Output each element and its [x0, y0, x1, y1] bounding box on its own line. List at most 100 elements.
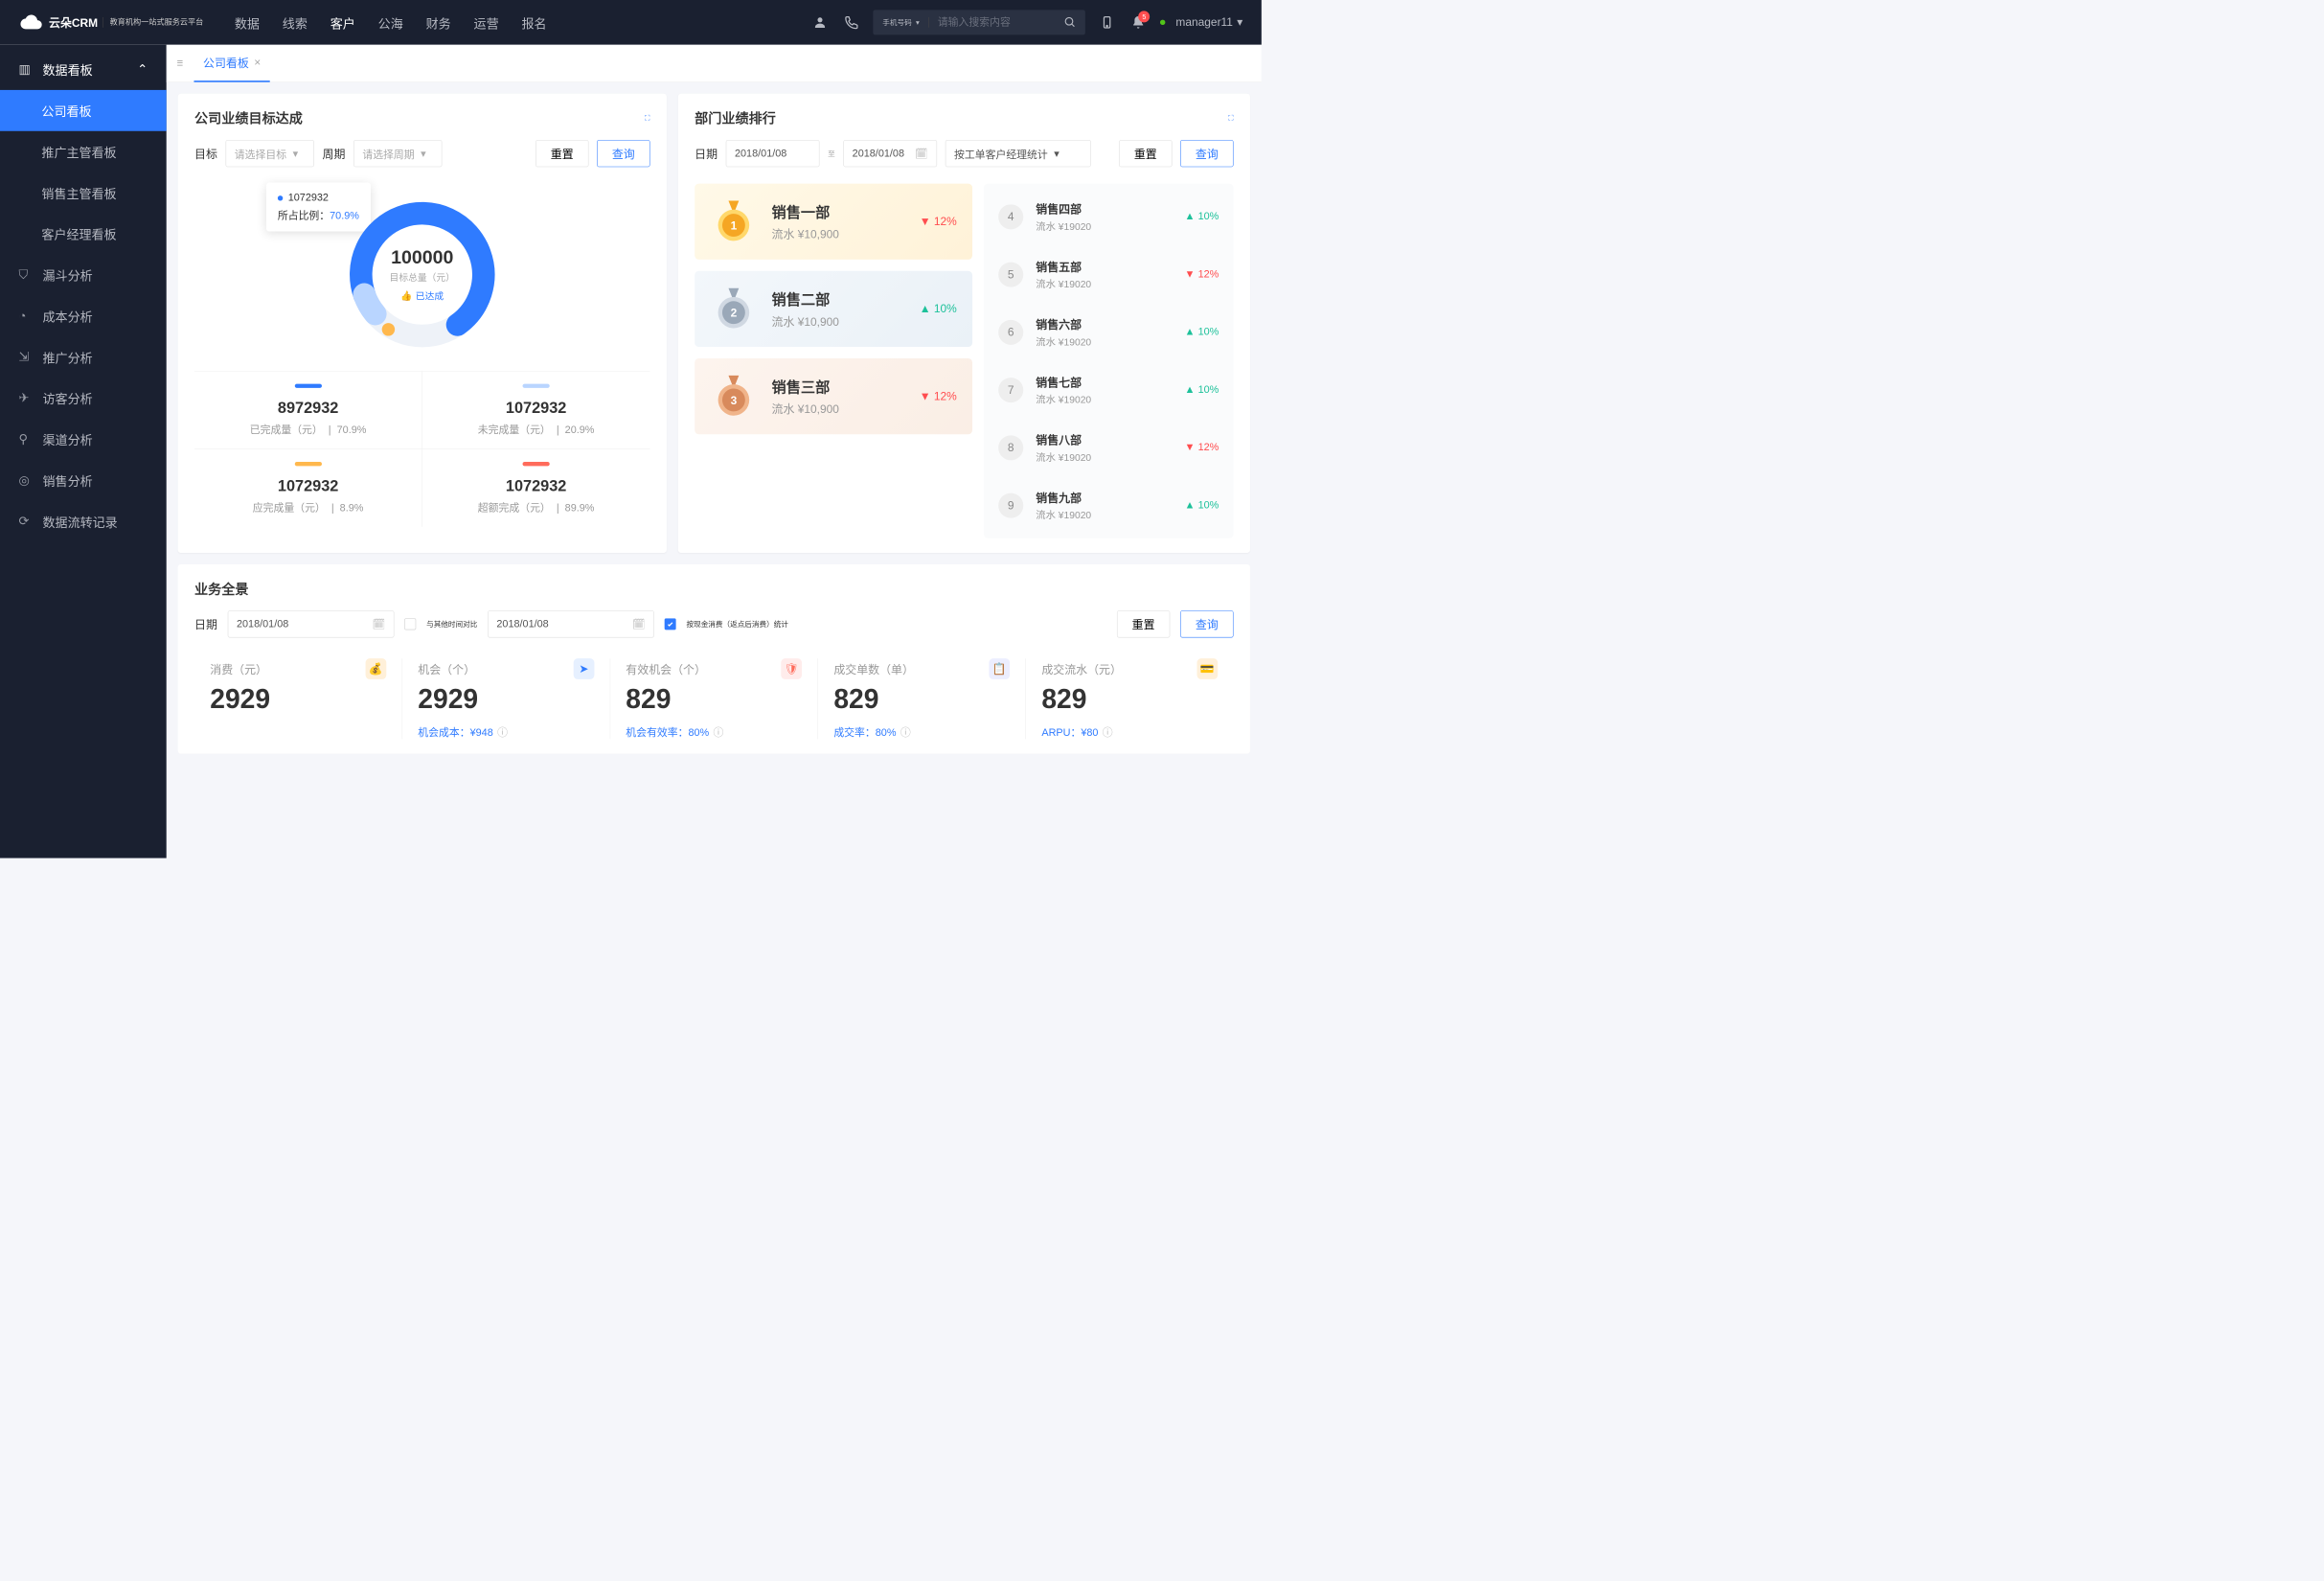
calendar-icon: 🗓 [372, 618, 385, 631]
nav-线索[interactable]: 线索 [283, 13, 308, 32]
svg-text:2: 2 [731, 307, 738, 320]
sidebar-item[interactable]: 销售主管看板 [0, 172, 167, 214]
arrow-icon: ▼ [1185, 268, 1196, 280]
menu-icon: ◎ [19, 472, 34, 488]
target-select[interactable]: 请选择目标▾ [226, 140, 314, 167]
expand-icon[interactable]: ⛶ [1228, 113, 1233, 122]
nav-数据[interactable]: 数据 [235, 13, 260, 32]
sidebar-group-dashboard[interactable]: ▥ 数据看板 ⌃ [0, 49, 167, 90]
chevron-down-icon: ▾ [1237, 15, 1242, 29]
kpi-card: 消费（元）💰2929 [194, 658, 402, 739]
sidebar: ▥ 数据看板 ⌃ 公司看板推广主管看板销售主管看板客户经理看板 ⛉漏斗分析◔成本… [0, 45, 167, 859]
calendar-icon: 🗓 [915, 147, 928, 160]
tab-company-board[interactable]: 公司看板 × [194, 45, 270, 82]
compare-checkbox[interactable] [404, 618, 416, 630]
kpi-card: 成交流水（元）💳829ARPU：¥80 ⓘ [1026, 658, 1233, 739]
sidebar-item[interactable]: ⇲推广分析 [0, 336, 167, 378]
date-label: 日期 [695, 145, 718, 161]
expand-icon[interactable]: ⛶ [645, 113, 649, 122]
sidebar-item[interactable]: ◎销售分析 [0, 460, 167, 501]
thumb-icon: 👍 [400, 290, 412, 301]
overview-panel: 业务全景 日期 2018/01/08🗓 与其他时间对比 2018/01/08🗓 … [178, 564, 1250, 754]
content: ☰ 公司看板 × 公司业绩目标达成 ⛶ 目标 请选择目标▾ 周期 [167, 45, 1262, 859]
help-icon: ⓘ [714, 724, 724, 740]
arrow-icon: ▲ [1185, 499, 1196, 511]
kpi-icon: 🛡 [781, 658, 802, 679]
date-input-1[interactable]: 2018/01/08🗓 [228, 610, 395, 637]
nav-报名[interactable]: 报名 [521, 13, 546, 32]
stat-item: 1072932未完成量（元） | 20.9% [422, 371, 650, 448]
kpi-card: 成交单数（单）📋829成交率：80% ⓘ [818, 658, 1026, 739]
donut-sub: 目标总量（元） [390, 270, 455, 284]
nav-财务[interactable]: 财务 [426, 13, 451, 32]
reset-button[interactable]: 重置 [1117, 610, 1170, 637]
dashboard-icon: ▥ [19, 62, 34, 78]
date-input-2[interactable]: 2018/01/08🗓 [488, 610, 654, 637]
search-type-select[interactable]: 手机号码▾ [873, 17, 929, 28]
arrow-icon: ▲ [920, 302, 931, 315]
brand-sub: 教育机构一站式服务云平台 [103, 17, 204, 28]
sidebar-item[interactable]: 推广主管看板 [0, 131, 167, 172]
reset-button[interactable]: 重置 [535, 140, 588, 167]
reset-button[interactable]: 重置 [1119, 140, 1172, 167]
tabs-bar: ☰ 公司看板 × [167, 45, 1262, 82]
menu-icon: ⇲ [19, 350, 34, 365]
nav-运营[interactable]: 运营 [474, 13, 499, 32]
arrow-icon: ▼ [920, 215, 931, 228]
rank-row: 8销售八部流水 ¥19020▼12% [984, 419, 1234, 476]
notification-icon[interactable]: 5 [1129, 13, 1149, 33]
medal-icon: 3 [710, 373, 757, 420]
help-icon: ⓘ [497, 724, 508, 740]
target-label: 目标 [194, 145, 217, 161]
svg-text:1: 1 [731, 218, 738, 232]
rank-card: 3销售三部流水 ¥10,900▼12% [695, 358, 972, 434]
sidebar-item[interactable]: ⚲渠道分析 [0, 419, 167, 460]
nav-客户[interactable]: 客户 [330, 13, 355, 32]
query-button[interactable]: 查询 [597, 140, 649, 167]
query-button[interactable]: 查询 [1180, 610, 1233, 637]
search-input[interactable] [929, 16, 1054, 28]
chevron-down-icon: ▾ [916, 18, 920, 27]
search-button[interactable] [1054, 15, 1085, 30]
user-icon[interactable] [810, 13, 830, 33]
rank-card: 2销售二部流水 ¥10,900▲10% [695, 271, 972, 347]
panel-title: 公司业绩目标达成 [194, 108, 303, 127]
logo: 云朵CRM 教育机构一站式服务云平台 [19, 10, 204, 34]
brand-main: 云朵CRM [49, 14, 98, 31]
date-to-input[interactable]: 2018/01/08🗓 [843, 140, 937, 167]
rank-row: 5销售五部流水 ¥19020▼12% [984, 245, 1234, 303]
ranking-panel: 部门业绩排行 ⛶ 日期 2018/01/08 至 2018/01/08🗓 按工单… [678, 94, 1250, 553]
period-select[interactable]: 请选择周期▾ [353, 140, 442, 167]
phone-icon[interactable] [842, 13, 861, 33]
sidebar-item[interactable]: ◔成本分析 [0, 295, 167, 336]
stat-item: 1072932超额完成（元） | 89.9% [422, 448, 650, 526]
arrow-icon: ▲ [1185, 326, 1196, 337]
cash-checkbox[interactable] [665, 618, 676, 630]
kpi-icon: 📋 [990, 658, 1011, 679]
kpi-icon: ➤ [573, 658, 594, 679]
chevron-down-icon: ▾ [293, 147, 298, 160]
chevron-down-icon: ▾ [421, 147, 425, 160]
kpi-card: 有效机会（个）🛡829机会有效率：80% ⓘ [610, 658, 818, 739]
collapse-sidebar-icon[interactable]: ☰ [177, 58, 184, 67]
nav-公海[interactable]: 公海 [378, 13, 403, 32]
sidebar-item[interactable]: 公司看板 [0, 90, 167, 131]
target-panel: 公司业绩目标达成 ⛶ 目标 请选择目标▾ 周期 请选择周期▾ 重置 查询 [178, 94, 667, 553]
period-label: 周期 [323, 145, 346, 161]
user-menu[interactable]: manager11▾ [1160, 15, 1242, 29]
close-icon[interactable]: × [254, 56, 261, 69]
rank-row: 6销售六部流水 ¥19020▲10% [984, 303, 1234, 360]
rank-card: 1销售一部流水 ¥10,900▼12% [695, 184, 972, 260]
status-dot [1160, 20, 1165, 25]
date-label: 日期 [194, 616, 217, 632]
mode-select[interactable]: 按工单客户经理统计▾ [946, 140, 1091, 167]
calendar-icon: 🗓 [632, 618, 646, 631]
device-icon[interactable] [1098, 13, 1117, 33]
query-button[interactable]: 查询 [1180, 140, 1233, 167]
medal-icon: 1 [710, 198, 757, 245]
sidebar-item[interactable]: 客户经理看板 [0, 214, 167, 255]
sidebar-item[interactable]: ⛉漏斗分析 [0, 254, 167, 295]
date-from-input[interactable]: 2018/01/08 [726, 140, 820, 167]
sidebar-item[interactable]: ⟳数据流转记录 [0, 501, 167, 542]
sidebar-item[interactable]: ✈访客分析 [0, 378, 167, 419]
